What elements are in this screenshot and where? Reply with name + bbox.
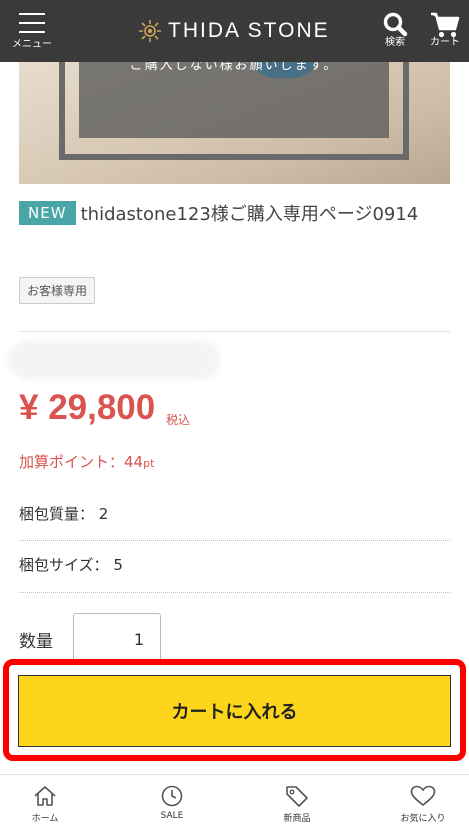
product-price: ¥ 29,800 <box>19 388 156 427</box>
brand-name: THIDA STONE <box>168 19 330 42</box>
nav-home[interactable]: ホーム <box>10 785 80 833</box>
nav-label: SALE <box>160 811 184 821</box>
blurred-area <box>8 340 220 380</box>
spec-label: 梱包サイズ： <box>19 556 109 574</box>
menu-button[interactable]: メニュー <box>8 10 56 56</box>
nav-label: お気に入り <box>400 814 446 824</box>
hamburger-icon <box>19 13 45 33</box>
product-image[interactable]: ご購入しない様お願いします。 <box>19 62 450 184</box>
spec-weight: 梱包質量： 2 <box>19 503 450 524</box>
search-label: 検索 <box>385 37 405 48</box>
home-icon <box>34 786 56 806</box>
spec-value: 5 <box>113 556 123 574</box>
site-header: メニュー THIDA STONE 検索 カート <box>0 0 469 62</box>
divider <box>19 331 450 332</box>
brand-logo[interactable]: THIDA STONE <box>138 17 330 45</box>
cart-button[interactable]: カート <box>424 8 466 54</box>
nav-label: ホーム <box>31 814 59 824</box>
points-unit: pt <box>143 457 155 470</box>
sun-emblem-icon <box>139 20 161 42</box>
search-button[interactable]: 検索 <box>375 8 415 54</box>
tax-note: 税込 <box>166 413 191 427</box>
heart-icon <box>410 785 436 807</box>
menu-label: メニュー <box>12 39 52 50</box>
clock-icon <box>161 785 183 807</box>
quantity-label: 数量 <box>19 632 53 652</box>
nav-new-items[interactable]: 新商品 <box>262 785 332 833</box>
add-to-cart-button[interactable]: カートに入れる <box>18 675 451 747</box>
points-label: 加算ポイント：44 <box>19 453 144 471</box>
image-caption: ご購入しない様お願いします。 <box>129 62 339 73</box>
image-overlay: ご購入しない様お願いします。 <box>79 62 389 138</box>
divider <box>19 540 450 541</box>
divider <box>19 592 450 593</box>
product-tag[interactable]: お客様専用 <box>19 277 96 304</box>
nav-favorites[interactable]: お気に入り <box>388 785 458 833</box>
nav-sale[interactable]: SALE <box>137 785 207 833</box>
nav-label: 新商品 <box>283 814 311 824</box>
spec-size: 梱包サイズ： 5 <box>19 554 450 575</box>
product-title-block: NEW thidastone123様ご購入専用ページ0914 <box>19 198 450 232</box>
tag-icon <box>286 786 308 807</box>
bottom-nav: ホーム SALE 新商品 お気に入り <box>0 774 469 834</box>
spec-label: 梱包質量： <box>19 505 95 523</box>
new-badge: NEW <box>19 201 76 225</box>
product-title: thidastone123様ご購入専用ページ0914 <box>80 204 419 225</box>
cart-label: カート <box>430 37 460 48</box>
reward-points: 加算ポイント：44pt <box>19 451 154 472</box>
spec-value: 2 <box>98 505 109 523</box>
